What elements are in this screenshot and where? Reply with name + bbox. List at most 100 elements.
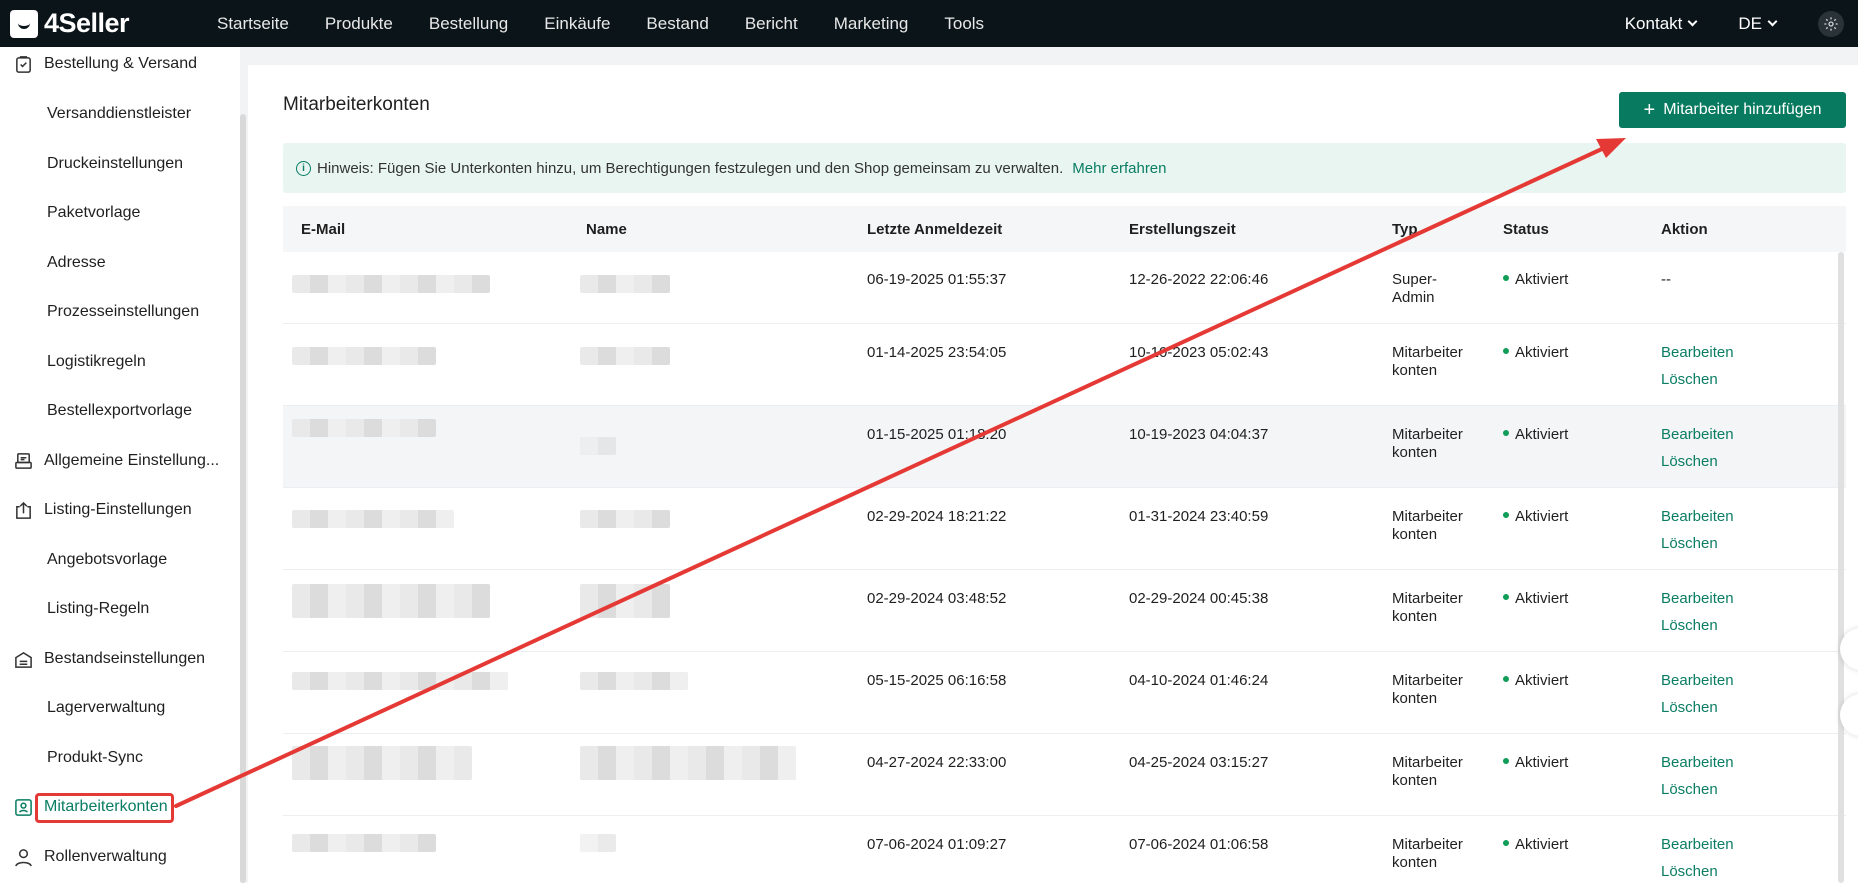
- delete-link[interactable]: Löschen: [1661, 453, 1718, 470]
- sidebar-item-label: Lagerverwaltung: [47, 699, 166, 716]
- sidebar-item-bestellexportvorlage[interactable]: Bestellexportvorlage: [0, 396, 240, 426]
- cell-last-login: 01-14-2025 23:54:05: [867, 344, 1007, 361]
- sidebar-item-lagerverwaltung[interactable]: Lagerverwaltung: [0, 693, 240, 723]
- cell-type: Mitarbeiterkonten: [1392, 344, 1463, 379]
- cell-created: 07-06-2024 01:06:58: [1129, 836, 1269, 853]
- edit-link[interactable]: Bearbeiten: [1661, 426, 1734, 443]
- edit-link[interactable]: Bearbeiten: [1661, 590, 1734, 607]
- edit-link[interactable]: Bearbeiten: [1661, 344, 1734, 361]
- sidebar-item-label: Bestandseinstellungen: [44, 650, 206, 667]
- page-title: Mitarbeiterkonten: [283, 94, 430, 115]
- cell-last-login: 06-19-2025 01:55:37: [867, 271, 1007, 288]
- column-header-last-login: Letzte Anmeldezeit: [867, 221, 1003, 238]
- cell-last-login: 04-27-2024 22:33:00: [867, 754, 1007, 771]
- add-employee-button[interactable]: + Mitarbeiter hinzufügen: [1619, 92, 1846, 128]
- redacted-email: [292, 347, 436, 365]
- contact-dropdown[interactable]: Kontakt: [1625, 14, 1698, 34]
- status-dot: [1503, 758, 1509, 765]
- cell-type: Mitarbeiterkonten: [1392, 836, 1463, 871]
- logo-bag-icon: [10, 9, 38, 38]
- delete-link[interactable]: Löschen: [1661, 535, 1718, 552]
- sidebar-item-paketvorlage[interactable]: Paketvorlage: [0, 198, 240, 228]
- redacted-name: [580, 437, 616, 455]
- edit-link[interactable]: Bearbeiten: [1661, 836, 1734, 853]
- sidebar-item-logistikregeln[interactable]: Logistikregeln: [0, 347, 240, 377]
- sidebar-item-rollenverwaltung[interactable]: Rollenverwaltung: [0, 842, 240, 872]
- delete-link[interactable]: Löschen: [1661, 617, 1718, 634]
- sidebar-item-label: Bestellung & Versand: [44, 55, 197, 72]
- edit-link[interactable]: Bearbeiten: [1661, 508, 1734, 525]
- nav-item-einkaeufe[interactable]: Einkäufe: [544, 14, 610, 34]
- badge-icon: [13, 797, 33, 817]
- sidebar-group-bestandseinstellungen[interactable]: Bestandseinstellungen: [0, 644, 240, 674]
- cell-status: Aktiviert: [1503, 426, 1568, 443]
- language-dropdown[interactable]: DE: [1738, 13, 1778, 34]
- cell-created: 01-31-2024 23:40:59: [1129, 508, 1269, 525]
- add-employee-label: Mitarbeiter hinzufügen: [1663, 101, 1822, 118]
- redacted-name: [580, 672, 688, 690]
- delete-link[interactable]: Löschen: [1661, 863, 1718, 880]
- table-scrollbar[interactable]: [1838, 252, 1844, 883]
- status-text: Aktiviert: [1515, 344, 1569, 361]
- user-icon: [13, 847, 33, 867]
- redacted-name: [580, 746, 796, 780]
- table-row: 02-29-2024 18:21:22 01-31-2024 23:40:59 …: [283, 488, 1846, 570]
- sidebar-item-angebotsvorlage[interactable]: Angebotsvorlage: [0, 545, 240, 575]
- nav-item-startseite[interactable]: Startseite: [217, 14, 289, 34]
- cell-last-login: 02-29-2024 18:21:22: [867, 508, 1007, 525]
- annotation-highlight-box: [35, 793, 174, 823]
- sidebar-item-listing-regeln[interactable]: Listing-Regeln: [0, 594, 240, 624]
- table-row: 07-06-2024 01:09:27 07-06-2024 01:06:58 …: [283, 816, 1846, 883]
- clipboard-icon: [13, 54, 33, 74]
- cell-status: Aktiviert: [1503, 344, 1568, 361]
- nav-item-bestellung[interactable]: Bestellung: [429, 14, 508, 34]
- table-row: 01-15-2025 01:18:20 10-19-2023 04:04:37 …: [283, 406, 1846, 488]
- top-navigation-bar: 4Seller Startseite Produkte Bestellung E…: [0, 0, 1858, 47]
- status-dot: [1503, 430, 1509, 437]
- plus-icon: +: [1643, 98, 1656, 121]
- sidebar-item-prozesseinstellungen[interactable]: Prozesseinstellungen: [0, 297, 240, 327]
- settings-sidebar: Bestellung & Versand Versanddienstleiste…: [0, 47, 240, 883]
- cell-status: Aktiviert: [1503, 754, 1568, 771]
- sidebar-group-allgemeine-einstellungen[interactable]: Allgemeine Einstellung...: [0, 446, 240, 476]
- learn-more-link[interactable]: Mehr erfahren: [1072, 160, 1166, 177]
- sidebar-scrollbar[interactable]: [240, 114, 246, 883]
- redacted-email: [292, 510, 454, 528]
- nav-item-produkte[interactable]: Produkte: [325, 14, 393, 34]
- edit-link[interactable]: Bearbeiten: [1661, 754, 1734, 771]
- status-text: Aktiviert: [1515, 508, 1569, 525]
- sidebar-group-listing-einstellungen[interactable]: Listing-Einstellungen: [0, 495, 240, 525]
- sidebar-item-druckeinstellungen[interactable]: Druckeinstellungen: [0, 149, 240, 179]
- nav-item-marketing[interactable]: Marketing: [834, 14, 909, 34]
- delete-link[interactable]: Löschen: [1661, 781, 1718, 798]
- redacted-name: [580, 510, 670, 528]
- printer-icon: [13, 451, 33, 471]
- language-label: DE: [1738, 13, 1762, 33]
- edit-link[interactable]: Bearbeiten: [1661, 672, 1734, 689]
- nav-item-bericht[interactable]: Bericht: [745, 14, 798, 34]
- cell-last-login: 07-06-2024 01:09:27: [867, 836, 1007, 853]
- cell-created: 04-10-2024 01:46:24: [1129, 672, 1269, 689]
- status-dot: [1503, 676, 1509, 683]
- sidebar-item-label: Listing-Einstellungen: [44, 501, 192, 518]
- info-icon: i: [296, 160, 311, 176]
- cell-status: Aktiviert: [1503, 590, 1568, 607]
- sidebar-item-produkt-sync[interactable]: Produkt-Sync: [0, 743, 240, 773]
- table-row: 04-27-2024 22:33:00 04-25-2024 03:15:27 …: [283, 734, 1846, 816]
- cell-type: Mitarbeiterkonten: [1392, 508, 1463, 543]
- cell-last-login: 05-15-2025 06:16:58: [867, 672, 1007, 689]
- nav-item-bestand[interactable]: Bestand: [646, 14, 708, 34]
- brand-logo[interactable]: 4Seller: [10, 8, 217, 39]
- sidebar-item-adresse[interactable]: Adresse: [0, 248, 240, 278]
- delete-link[interactable]: Löschen: [1661, 699, 1718, 716]
- sidebar-item-label: Prozesseinstellungen: [47, 303, 200, 320]
- sidebar-item-versanddienstleister[interactable]: Versanddienstleister: [0, 99, 240, 129]
- cell-created: 12-26-2022 22:06:46: [1129, 271, 1269, 288]
- delete-link[interactable]: Löschen: [1661, 371, 1718, 388]
- settings-gear-icon[interactable]: [1818, 10, 1844, 37]
- nav-item-tools[interactable]: Tools: [944, 14, 984, 34]
- redacted-email: [292, 746, 472, 780]
- sidebar-group-bestellung-versand[interactable]: Bestellung & Versand: [0, 49, 240, 79]
- status-text: Aktiviert: [1515, 836, 1569, 853]
- cell-action-none: --: [1661, 271, 1671, 288]
